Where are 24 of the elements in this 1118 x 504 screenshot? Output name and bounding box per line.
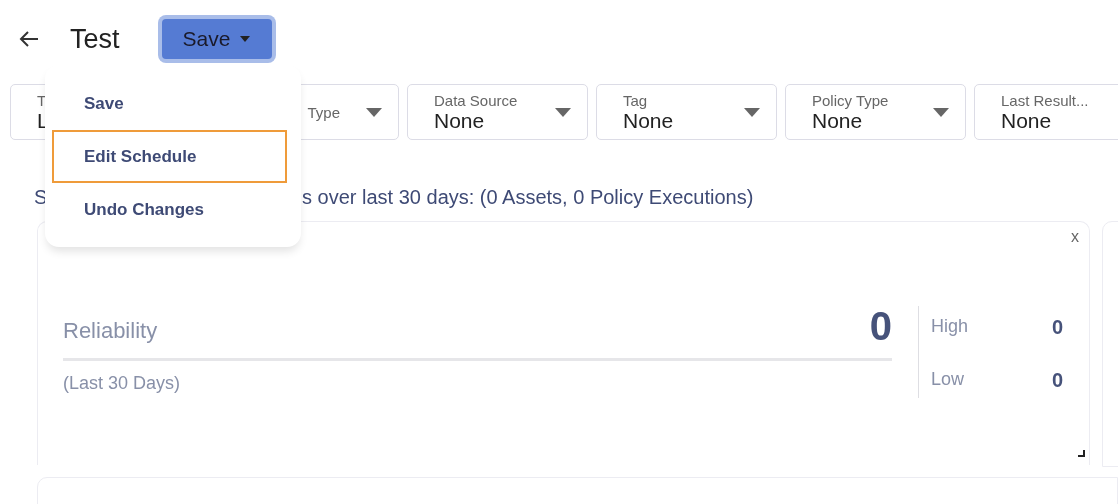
summary-text: s over last 30 days: (0 Assets, 0 Policy Executions) xyxy=(302,186,755,209)
period-label: (Last 30 Days) xyxy=(63,373,182,394)
breakdown-label: Low xyxy=(931,369,965,391)
caret-icon xyxy=(744,107,760,117)
filter-dropdown[interactable]: Policy Type None xyxy=(785,84,966,140)
breakdown-value: 0 xyxy=(1051,316,1063,339)
metric-value: 0 xyxy=(869,306,892,346)
menu-item[interactable]: Undo Changes xyxy=(52,183,287,236)
caret-icon xyxy=(555,107,571,117)
menu-item[interactable]: Edit Schedule xyxy=(52,130,287,183)
caret-icon xyxy=(240,36,251,42)
resize-handle-icon[interactable] xyxy=(1078,450,1085,457)
caret-icon xyxy=(933,107,949,117)
filter-dropdown[interactable]: Data Source None xyxy=(407,84,588,140)
metric-label: Reliability xyxy=(63,318,158,345)
breakdown-label: High xyxy=(931,316,969,338)
breakdown-value: 0 xyxy=(1051,369,1063,392)
caret-icon xyxy=(366,107,382,117)
close-button[interactable]: x xyxy=(1071,228,1079,246)
back-arrow-icon[interactable] xyxy=(18,30,40,48)
save-dropdown-button[interactable]: Save xyxy=(161,19,272,59)
page-title: Test xyxy=(70,23,120,55)
filter-dropdown[interactable]: Last Result... None xyxy=(974,84,1118,140)
filter-dropdown[interactable]: Tag None xyxy=(596,84,777,140)
